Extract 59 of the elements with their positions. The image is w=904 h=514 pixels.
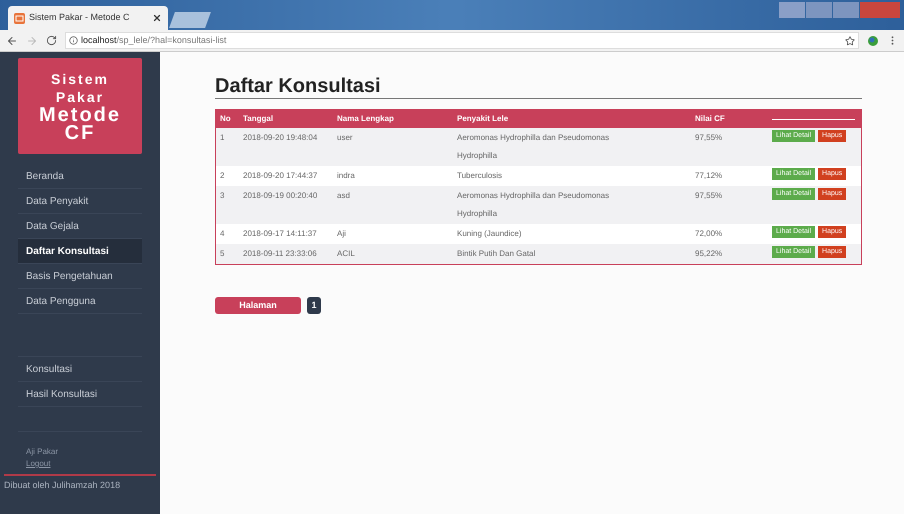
close-icon[interactable] xyxy=(152,13,162,23)
table-cell-text: 4 xyxy=(219,228,226,240)
star-icon[interactable] xyxy=(845,36,855,46)
logo-text: Metode xyxy=(39,106,121,124)
table-cell-text: 72,00% xyxy=(694,228,724,240)
table-cell-text: indra xyxy=(336,170,356,182)
user-name: Aji Pakar xyxy=(25,446,60,458)
nav-item[interactable]: Basis Pengetahuan xyxy=(18,264,142,289)
back-icon[interactable] xyxy=(6,34,18,46)
table-cell-text: Aji xyxy=(336,228,347,240)
footer-text: Dibuat oleh Julihamzah 2018 xyxy=(3,479,122,492)
nav-item[interactable]: Daftar Konsultasi xyxy=(18,239,142,264)
table-cell-text: 3 xyxy=(219,190,226,202)
table-cell-text: 97,55% xyxy=(694,190,724,202)
reload-icon[interactable] xyxy=(46,35,57,46)
table-cell-text: asd xyxy=(336,190,351,202)
table-cell-text: 2018-09-20 17:44:37 xyxy=(242,170,318,182)
column-header: No xyxy=(219,113,232,125)
column-header: Tanggal xyxy=(242,113,274,125)
table-cell-text: 2018-09-19 00:20:40 xyxy=(242,190,318,202)
globe-icon[interactable] xyxy=(867,34,879,46)
table-cell-text: 95,22% xyxy=(694,248,724,260)
url-text: localhost/sp_lele/?hal=konsultasi-list xyxy=(81,34,226,47)
logout-link[interactable]: Logout xyxy=(18,458,58,470)
pagination-label: Halaman xyxy=(215,297,301,314)
table-cell-text: Kuning (Jaundice) xyxy=(456,228,522,240)
table-cell-text: Tuberculosis xyxy=(456,170,504,182)
table-cell-text: user xyxy=(336,132,354,144)
logo-text: Sistem xyxy=(51,70,109,88)
table-cell-text: 1 xyxy=(219,132,226,144)
table-cell-text: 77,12% xyxy=(694,170,724,182)
column-header: Nama Lengkap xyxy=(336,113,395,125)
column-header: Penyakit Lele xyxy=(456,113,510,125)
tab-title: Sistem Pakar - Metode C xyxy=(29,11,130,24)
table-cell-text: 5 xyxy=(219,248,226,260)
table-cell-text: ACIL xyxy=(336,248,356,260)
table-cell-text: Bintik Putih Dan Gatal xyxy=(456,248,536,260)
page-title: Daftar Konsultasi xyxy=(215,74,862,99)
table-cell-text: 2 xyxy=(219,170,226,182)
nav-item[interactable]: Konsultasi xyxy=(18,357,142,382)
column-header: Nilai CF xyxy=(694,113,726,125)
info-icon xyxy=(69,36,78,45)
page-button[interactable]: 1 xyxy=(307,297,321,314)
table-cell-text: Aeromonas Hydrophilla dan Pseudomonas Hydrophilla xyxy=(456,190,610,220)
address-bar[interactable]: localhost/sp_lele/?hal=konsultasi-list xyxy=(65,32,859,49)
table-cell-text: 2018-09-17 14:11:37 xyxy=(242,228,318,240)
new-tab-button[interactable] xyxy=(169,12,211,28)
nav-item[interactable]: Data Penyakit xyxy=(18,189,142,214)
table-cell-text: 97,55% xyxy=(694,132,724,144)
favicon-icon xyxy=(14,12,25,24)
table-cell-text: 2018-09-11 23:33:06 xyxy=(242,248,318,260)
nav-item[interactable]: Hasil Konsultasi xyxy=(18,382,142,407)
browser-tab[interactable]: Sistem Pakar - Metode C xyxy=(8,6,168,30)
nav-item[interactable]: Data Pengguna xyxy=(18,289,142,314)
table-cell-text: 2018-09-20 19:48:04 xyxy=(242,132,318,144)
logo-text: Pakar xyxy=(56,88,104,106)
logo-text: CF xyxy=(64,124,96,142)
nav-item[interactable]: Beranda xyxy=(18,164,142,189)
table-cell-text: Aeromonas Hydrophilla dan Pseudomonas Hydrophilla xyxy=(456,132,610,162)
